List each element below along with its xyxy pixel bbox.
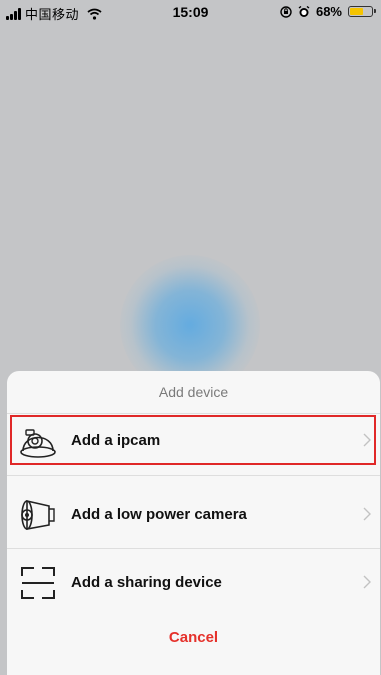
chevron-right-icon (363, 575, 371, 589)
highlight-box (10, 415, 376, 465)
sheet-title: Add device (158, 384, 229, 400)
status-right: 68% (280, 4, 376, 19)
add-low-power-camera-option[interactable]: Add a low power camera (7, 487, 380, 543)
divider (7, 548, 380, 549)
divider (7, 475, 380, 476)
add-sharing-device-option[interactable]: Add a sharing device (7, 555, 380, 611)
chevron-right-icon (363, 507, 371, 521)
battery-icon (348, 6, 376, 17)
cancel-button[interactable]: Cancel (7, 629, 380, 646)
option-label: Add a sharing device (71, 574, 222, 591)
alarm-icon (298, 5, 310, 17)
battery-percent: 68% (315, 4, 342, 19)
status-bar: 中国移动 15:09 68% (0, 0, 381, 26)
screen: 中国移动 15:09 68% Add device Add a ipcam Ad… (0, 0, 381, 675)
option-label: Add a low power camera (71, 506, 247, 523)
rotation-lock-icon (280, 5, 292, 18)
bullet-camera-icon (21, 499, 55, 530)
scan-frame-icon (21, 567, 55, 599)
